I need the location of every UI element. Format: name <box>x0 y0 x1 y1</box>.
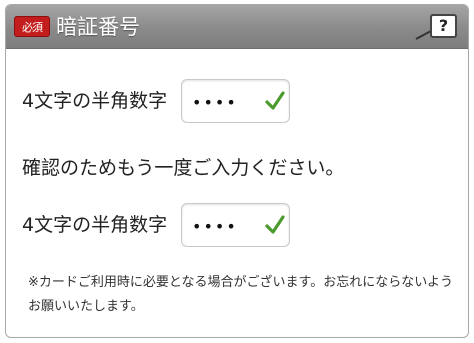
check-icon <box>265 215 285 234</box>
pin-note: ※カードご利用時に必要となる場合がございます。お忘れにならないようお願いいたしま… <box>28 275 453 314</box>
confirm-pin-label: 4文字の半角数字 <box>22 214 168 236</box>
required-badge: 必須 <box>14 16 50 37</box>
pin-label: 4文字の半角数字 <box>22 90 168 112</box>
panel-header: 必須 暗証番号 ? <box>6 5 468 49</box>
confirm-instruction: 確認のためもう一度ご入力ください。 <box>22 157 345 179</box>
panel-title: 暗証番号 <box>56 15 140 39</box>
confirm-pin-field[interactable] <box>181 203 290 247</box>
check-icon <box>265 91 285 110</box>
pin-input[interactable] <box>190 88 264 116</box>
help-button[interactable]: ? <box>415 13 462 43</box>
pin-panel: 必須 暗証番号 ? 4文字の半角数字 確認のためもう一度ご入力ください。 4文字… <box>5 4 469 338</box>
pin-field[interactable] <box>181 79 290 123</box>
help-icon: ? <box>430 14 457 38</box>
confirm-pin-input[interactable] <box>190 212 264 240</box>
